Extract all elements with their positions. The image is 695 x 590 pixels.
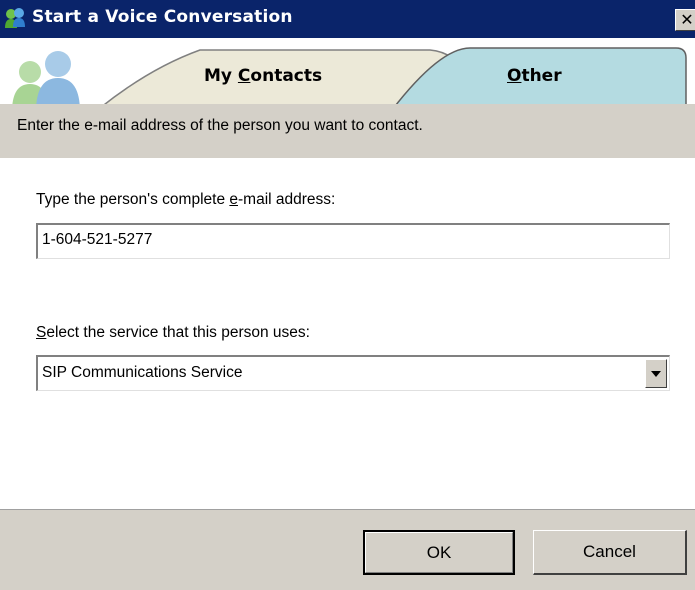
email-label: Type the person's complete e-mail addres… — [36, 191, 336, 208]
chevron-down-icon — [651, 371, 661, 377]
window-title: Start a Voice Conversation — [32, 7, 293, 27]
service-select-value: SIP Communications Service — [42, 364, 243, 381]
instruction-band: Enter the e-mail address of the person y… — [0, 104, 695, 158]
accesskey-letter: C — [237, 66, 251, 86]
email-input[interactable]: 1-604-521-5277 — [36, 223, 670, 259]
service-select[interactable]: SIP Communications Service — [36, 355, 670, 391]
email-input-value: 1-604-521-5277 — [42, 231, 153, 248]
ok-button[interactable]: OK — [363, 530, 515, 575]
tab-strip: My Contacts Other — [0, 38, 695, 112]
tab-my-contacts-label: My Contacts — [204, 66, 323, 86]
tab-strip-background — [0, 38, 695, 112]
close-icon: ✕ — [680, 10, 694, 29]
close-button[interactable]: ✕ — [675, 9, 695, 31]
cancel-button-label: Cancel — [583, 542, 636, 561]
accesskey-letter: e — [229, 191, 238, 208]
dropdown-button[interactable] — [645, 359, 667, 388]
ok-button-label: OK — [426, 543, 452, 562]
service-label: Select the service that this person uses… — [36, 324, 310, 341]
cancel-button[interactable]: Cancel — [533, 530, 687, 575]
instruction-text: Enter the e-mail address of the person y… — [17, 117, 423, 134]
accesskey-letter: O — [507, 66, 522, 86]
dialog-window: Start a Voice Conversation ✕ My Contacts… — [0, 0, 695, 590]
tab-other[interactable]: Other — [507, 66, 562, 86]
accesskey-letter: S — [36, 324, 47, 341]
tab-my-contacts[interactable]: My Contacts — [204, 66, 322, 86]
tab-other-label: Other — [507, 66, 562, 86]
messenger-buddies-icon — [5, 8, 25, 28]
title-bar[interactable]: Start a Voice Conversation ✕ — [0, 0, 695, 38]
